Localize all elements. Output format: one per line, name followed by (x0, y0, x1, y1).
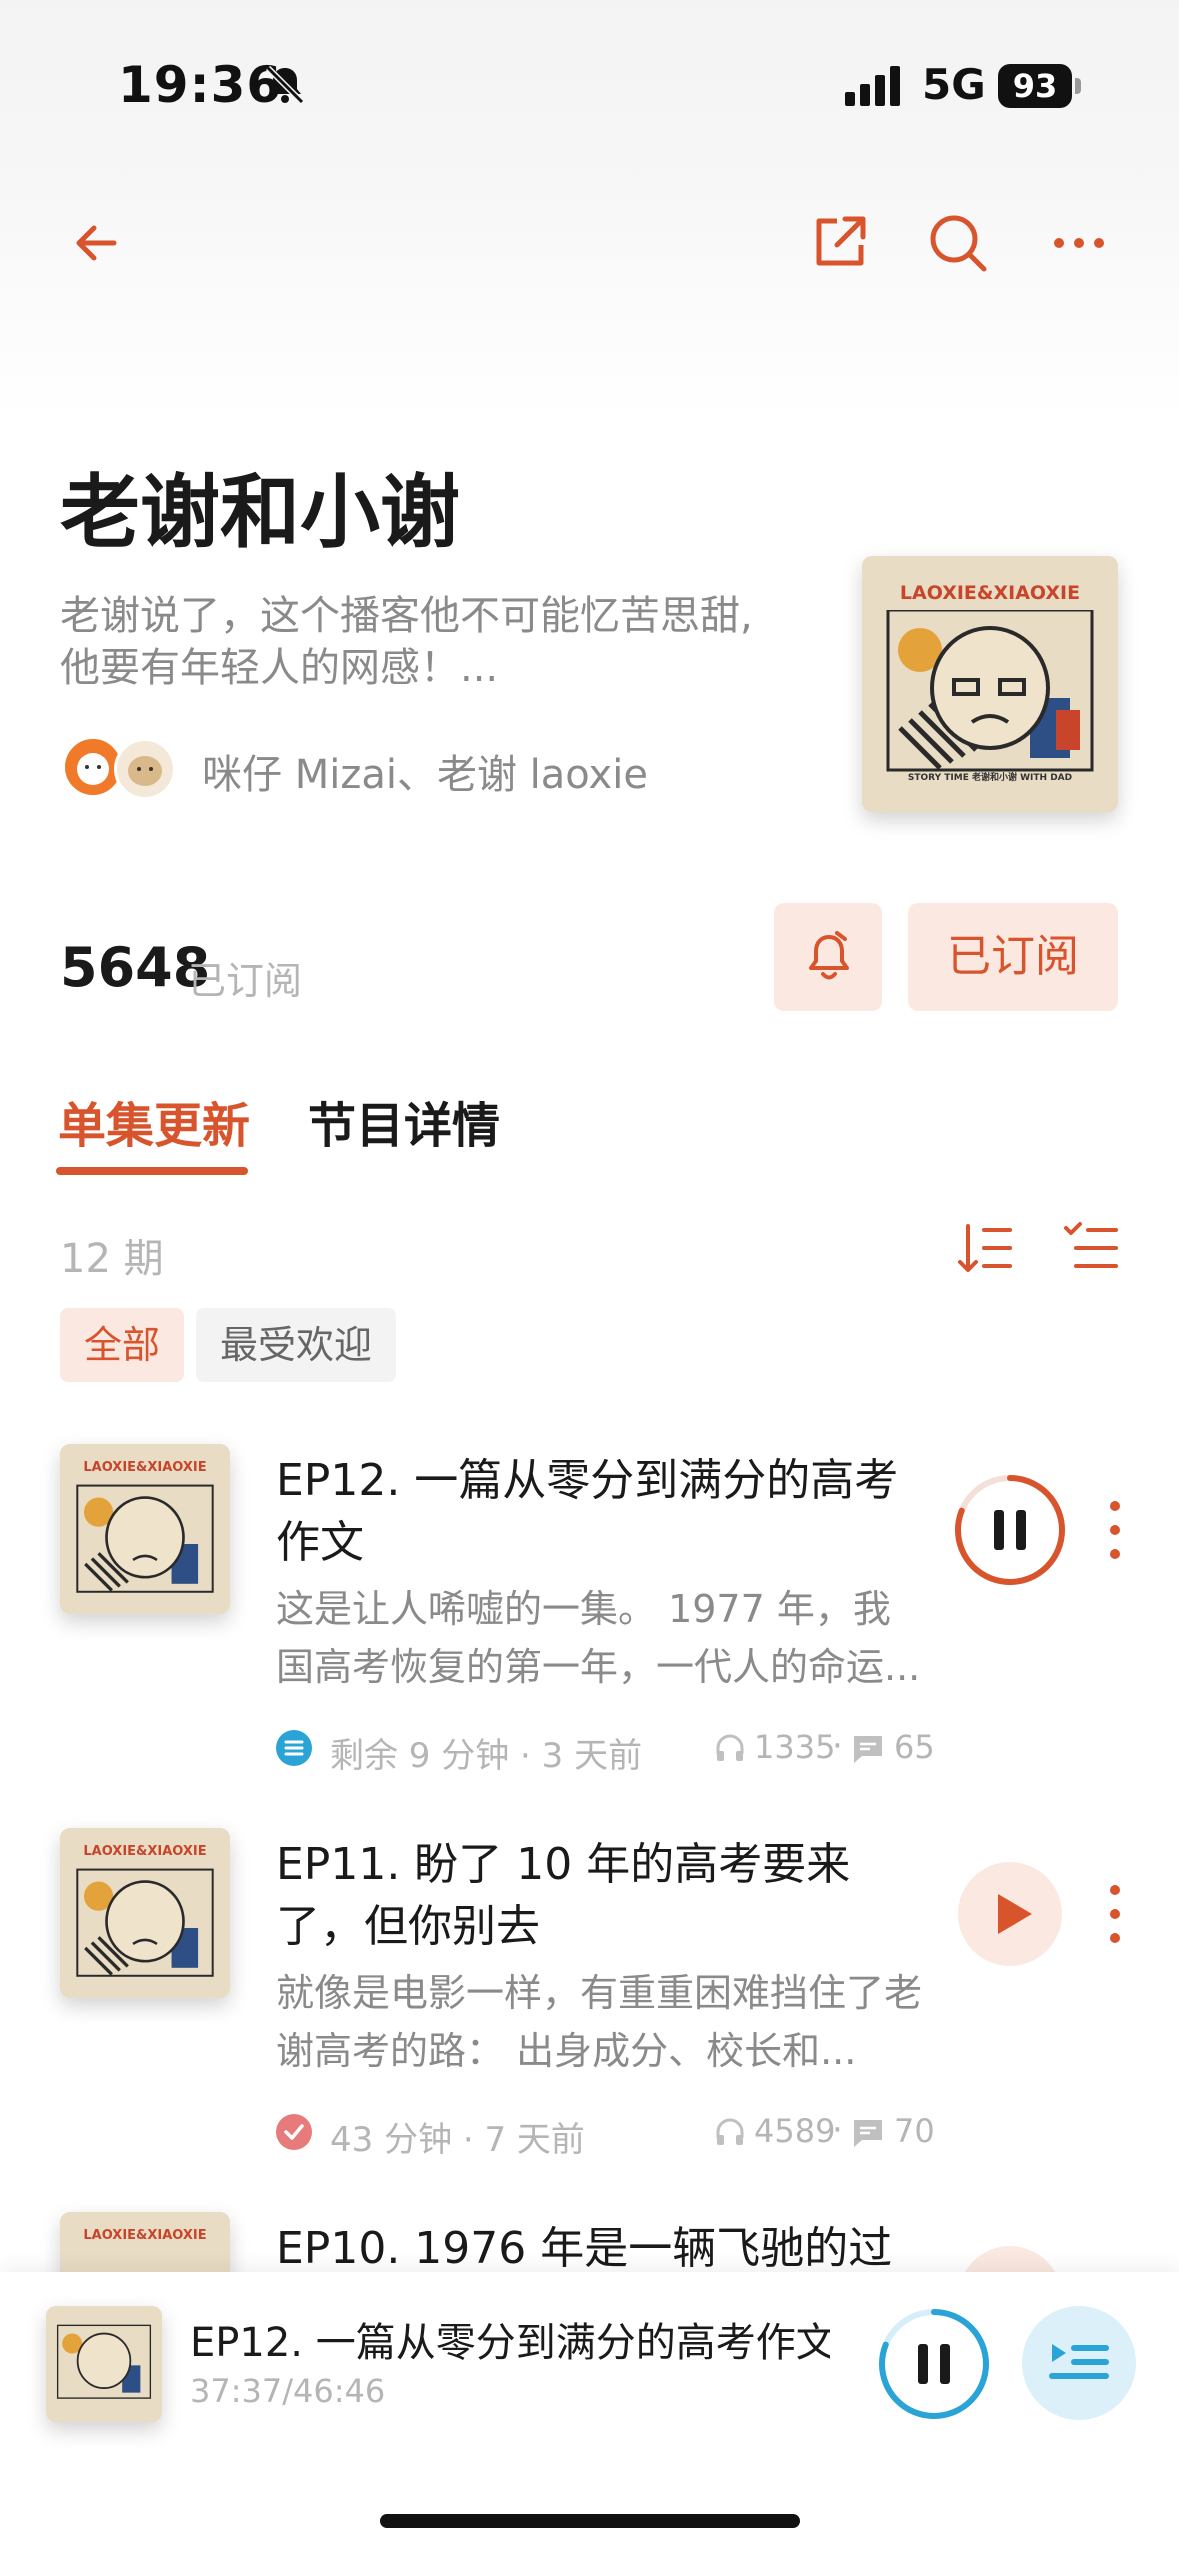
cover-title: LAOXIE&XIAOXIE (899, 582, 1081, 604)
tab-details[interactable]: 节目详情 (308, 1086, 500, 1156)
episode-title: EP11. 盼了 10 年的高考要来了，但你别去 (276, 1839, 851, 1952)
filter-all-chip[interactable]: 全部 (60, 1308, 185, 1382)
avatar (114, 738, 176, 800)
share-icon[interactable] (803, 207, 875, 279)
host-avatars[interactable] (62, 736, 182, 800)
episode-description: 这是让人唏嘘的一集。 1977 年，我国高考恢复的第一年，一代人的命运... (276, 1587, 921, 1689)
meta-separator: · (832, 2110, 843, 2150)
episode-progress: 43 分钟 · 7 天前 (330, 2120, 585, 2160)
episode-description: 就像是电影一样，有重重困难挡住了老谢高考的路： 出身成分、校长和... (276, 1971, 923, 2073)
comment-count: 65 (894, 1728, 935, 1766)
headphones-icon (714, 1732, 746, 1764)
sort-order-icon[interactable] (956, 1220, 1014, 1276)
list-item[interactable]: LAOXIE&XIAOXIE EP11. 盼了 10 年的高考要来了，但你别去 … (0, 1814, 1179, 2174)
episode-pause-button[interactable] (952, 1472, 1068, 1588)
bell-muted-icon (262, 62, 308, 108)
podcast-title: 老谢和小谢 (60, 466, 460, 559)
more-options-icon[interactable] (1043, 207, 1115, 279)
episode-more-icon[interactable] (1095, 1874, 1135, 1954)
playlist-queue-button[interactable] (1022, 2306, 1136, 2420)
search-icon[interactable] (922, 207, 994, 279)
headphones-icon (714, 2116, 746, 2148)
status-time: 19:36 (118, 56, 283, 114)
cover-title: LAOXIE&XIAOXIE (83, 1844, 207, 1859)
episode-title: EP12. 一篇从零分到满分的高考作文 (276, 1455, 899, 1568)
cellular-signal-icon (845, 64, 905, 108)
play-count: 4589 (754, 2112, 836, 2150)
list-item[interactable]: LAOXIE&XIAOXIE EP10. 1976 年是一辆飞驰的过山 (0, 2198, 1179, 2278)
select-list-icon[interactable] (1062, 1220, 1120, 1276)
episode-play-button[interactable] (958, 1862, 1062, 1966)
play-icon (998, 1894, 1032, 1934)
player-time: 37:37/46:46 (190, 2372, 386, 2410)
tab-indicator (56, 1167, 248, 1175)
battery-level: 93 (998, 64, 1072, 108)
episode-count: 12 期 (60, 1236, 164, 1282)
episode-more-icon[interactable] (1095, 1490, 1135, 1570)
podcast-hosts[interactable]: 咪仔 Mizai、老谢 laoxie (202, 742, 648, 800)
player-episode-title[interactable]: EP12. 一篇从零分到满分的高考作文 (190, 2310, 830, 2368)
pause-icon (994, 1510, 1004, 1550)
notify-bell-button[interactable] (774, 903, 882, 1011)
bell-icon (809, 931, 849, 980)
comment-count: 70 (894, 2112, 935, 2150)
playlist-icon (1049, 2344, 1109, 2379)
play-count: 1335 (754, 1728, 836, 1766)
back-arrow-icon[interactable] (60, 207, 132, 279)
list-item[interactable]: LAOXIE&XIAOXIE EP12. 一篇从零分到满分的高考作文 这是让人唏… (0, 1430, 1179, 1790)
meta-separator: · (832, 1726, 843, 1766)
comment-icon (852, 2118, 884, 2148)
episode-progress: 剩余 9 分钟 · 3 天前 (330, 1736, 643, 1776)
episode-cover: LAOXIE&XIAOXIE (60, 1444, 230, 1614)
in-progress-icon (276, 1730, 312, 1766)
episode-cover: LAOXIE&XIAOXIE (60, 2212, 230, 2278)
subscribed-button[interactable]: 已订阅 (908, 903, 1118, 1011)
cover-subtitle: STORY TIME 老谢和小谢 WITH DAD (907, 773, 1073, 783)
home-indicator (380, 2514, 800, 2528)
subscriber-label: 已订阅 (188, 959, 303, 1003)
comment-icon (852, 1734, 884, 1764)
podcast-description[interactable]: 老谢说了，这个播客他不可能忆苦思甜,他要有年轻人的网感！... (60, 590, 780, 694)
cover-title: LAOXIE&XIAOXIE (83, 2228, 207, 2243)
cover-title: LAOXIE&XIAOXIE (83, 1460, 207, 1475)
player-cover (46, 2306, 162, 2422)
filter-popular-chip[interactable]: 最受欢迎 (196, 1308, 397, 1382)
episode-cover: LAOXIE&XIAOXIE (60, 1828, 230, 1998)
battery-tip (1075, 78, 1081, 94)
tab-episodes[interactable]: 单集更新 (58, 1086, 250, 1156)
played-check-icon (276, 2114, 312, 2150)
episode-title: EP10. 1976 年是一辆飞驰的过山 (276, 2223, 893, 2274)
podcast-cover: LAOXIE&XIAOXIE STORY TIME 老谢和小谢 WITH DAD (862, 556, 1118, 812)
network-type: 5G (922, 60, 986, 109)
player-pause-button[interactable] (876, 2306, 992, 2422)
